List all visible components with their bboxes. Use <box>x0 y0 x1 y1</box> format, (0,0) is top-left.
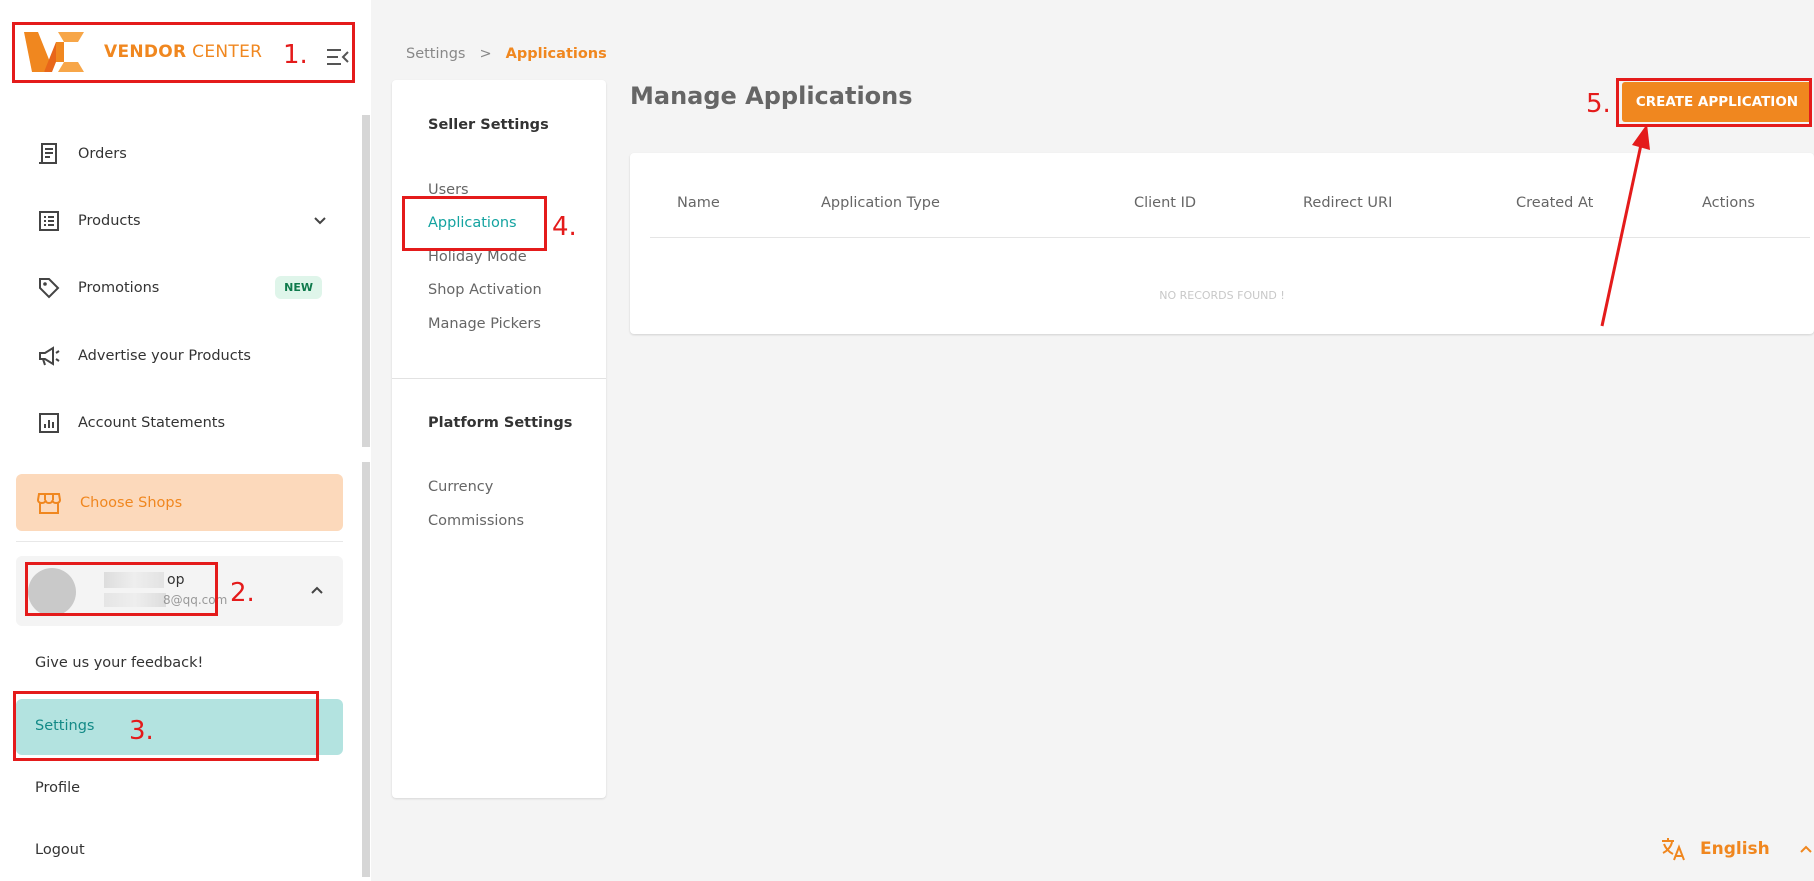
sidebar-item-label: Promotions <box>78 280 160 296</box>
chevron-down-icon[interactable] <box>312 212 328 228</box>
sidebar-item-label: Advertise your Products <box>78 348 251 364</box>
divider <box>16 541 343 542</box>
breadcrumb-settings[interactable]: Settings <box>406 46 465 62</box>
settings-menu: Seller Settings Users Applications Holid… <box>392 80 606 798</box>
seller-settings-heading: Seller Settings <box>428 117 549 133</box>
divider <box>392 378 606 379</box>
megaphone-icon <box>36 343 62 369</box>
column-header-client-id: Client ID <box>1134 195 1197 211</box>
tag-icon <box>36 275 62 301</box>
annotation-box-3 <box>13 691 319 761</box>
sidebar-item-orders[interactable]: Orders <box>14 129 344 179</box>
annotation-number-3: 3. <box>129 716 154 746</box>
sidebar-item-label: Orders <box>78 146 127 162</box>
annotation-number-2: 2. <box>230 578 255 608</box>
choose-shops-label: Choose Shops <box>80 494 183 511</box>
breadcrumb-current: Applications <box>505 46 607 62</box>
language-selector[interactable]: English <box>1660 836 1814 862</box>
platform-settings-heading: Platform Settings <box>428 415 573 431</box>
sidebar-scrollbar[interactable] <box>362 115 370 447</box>
settings-item-commissions[interactable]: Commissions <box>428 513 524 529</box>
sidebar-item-advertise[interactable]: Advertise your Products <box>14 331 344 381</box>
column-header-redirect-uri: Redirect URI <box>1303 195 1393 211</box>
sidebar-item-products[interactable]: Products <box>14 196 344 246</box>
new-badge: NEW <box>275 276 322 299</box>
feedback-link[interactable]: Give us your feedback! <box>35 655 203 671</box>
settings-item-manage-pickers[interactable]: Manage Pickers <box>428 316 541 332</box>
choose-shops-button[interactable]: Choose Shops <box>16 474 343 531</box>
annotation-arrow <box>1600 124 1650 327</box>
sidebar-item-promotions[interactable]: Promotions NEW <box>14 263 344 313</box>
settings-item-currency[interactable]: Currency <box>428 479 493 495</box>
logout-link[interactable]: Logout <box>35 842 85 858</box>
store-icon <box>36 492 62 514</box>
receipt-icon <box>36 141 62 167</box>
breadcrumb: Settings > Applications <box>406 46 607 62</box>
sidebar-item-account-statements[interactable]: Account Statements <box>14 398 344 448</box>
settings-item-shop-activation[interactable]: Shop Activation <box>428 282 542 298</box>
language-label: English <box>1700 839 1770 859</box>
column-header-application-type: Application Type <box>821 195 940 211</box>
column-header-actions: Actions <box>1702 195 1755 211</box>
translate-icon <box>1662 838 1685 861</box>
column-header-created-at: Created At <box>1516 195 1594 211</box>
annotation-box-4 <box>402 196 547 251</box>
annotation-box-2 <box>25 562 218 616</box>
list-icon <box>36 208 62 234</box>
page-title: Manage Applications <box>630 82 913 110</box>
chevron-up-icon[interactable] <box>309 582 325 598</box>
annotation-number-5: 5. <box>1586 89 1611 119</box>
sidebar-item-label: Products <box>78 213 141 229</box>
profile-link[interactable]: Profile <box>35 780 80 796</box>
annotation-number-4: 4. <box>552 212 577 242</box>
annotation-number-1: 1. <box>283 40 308 70</box>
sidebar-scrollbar-lower[interactable] <box>362 462 370 877</box>
sidebar-item-label: Account Statements <box>78 415 226 431</box>
chart-icon <box>36 410 62 436</box>
column-header-name: Name <box>677 195 720 211</box>
settings-item-holiday-mode[interactable]: Holiday Mode <box>428 249 527 265</box>
chevron-up-icon[interactable] <box>1798 841 1814 857</box>
breadcrumb-separator: > <box>479 46 492 62</box>
